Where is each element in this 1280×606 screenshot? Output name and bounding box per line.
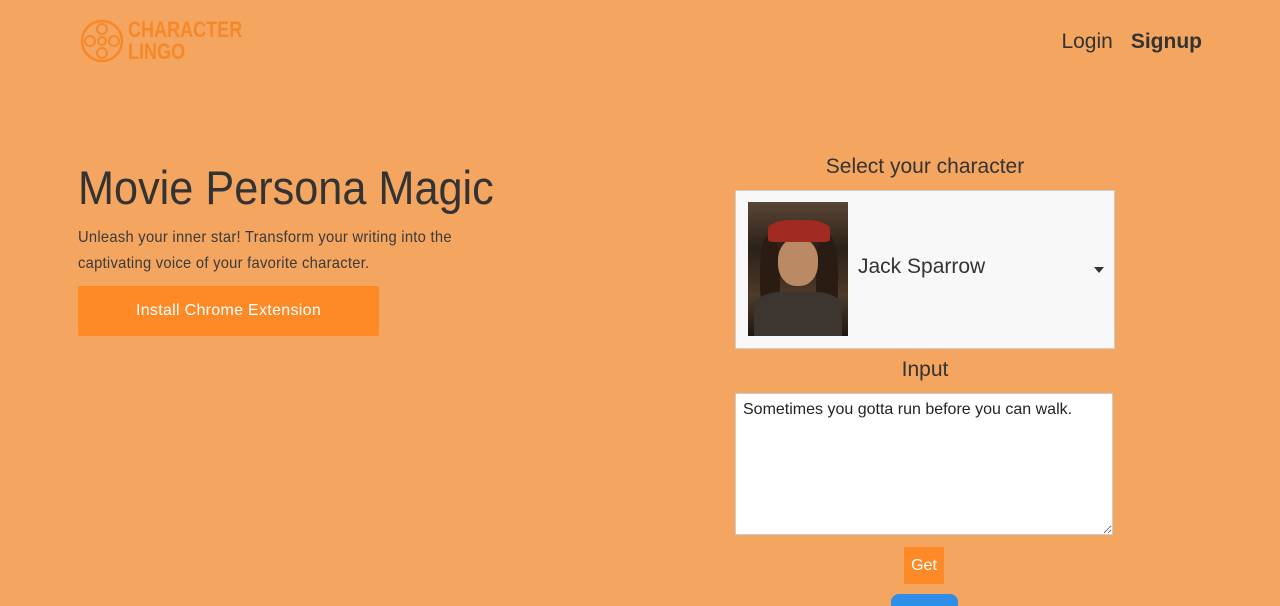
hero-title: Movie Persona Magic bbox=[78, 161, 494, 214]
signup-link[interactable]: Signup bbox=[1131, 30, 1202, 54]
logo[interactable]: CHARACTER LINGO bbox=[80, 18, 267, 64]
login-link[interactable]: Login bbox=[1061, 30, 1112, 54]
select-character-label: Select your character bbox=[825, 155, 1025, 178]
get-button[interactable]: Get bbox=[904, 547, 944, 584]
header: CHARACTER LINGO Login Signup bbox=[0, 0, 1280, 90]
top-nav: Login Signup bbox=[1061, 30, 1202, 54]
logo-text: CHARACTER LINGO bbox=[128, 19, 242, 63]
input-textarea[interactable]: Sometimes you gotta run before you can w… bbox=[735, 393, 1113, 535]
install-chrome-extension-button[interactable]: Install Chrome Extension bbox=[78, 286, 379, 336]
partial-badge[interactable] bbox=[891, 594, 958, 606]
character-select[interactable]: Jack Sparrow bbox=[735, 190, 1115, 349]
caret-down-icon bbox=[1094, 267, 1104, 273]
input-label: Input bbox=[901, 358, 949, 381]
character-portrait bbox=[748, 202, 848, 336]
logo-line-2: LINGO bbox=[128, 39, 186, 64]
film-reel-icon bbox=[80, 19, 124, 63]
hero-section: Movie Persona Magic Unleash your inner s… bbox=[78, 160, 498, 277]
selected-character-name: Jack Sparrow bbox=[858, 255, 986, 278]
hero-subtitle: Unleash your inner star! Transform your … bbox=[78, 229, 452, 272]
logo-line-1: CHARACTER bbox=[128, 17, 243, 42]
